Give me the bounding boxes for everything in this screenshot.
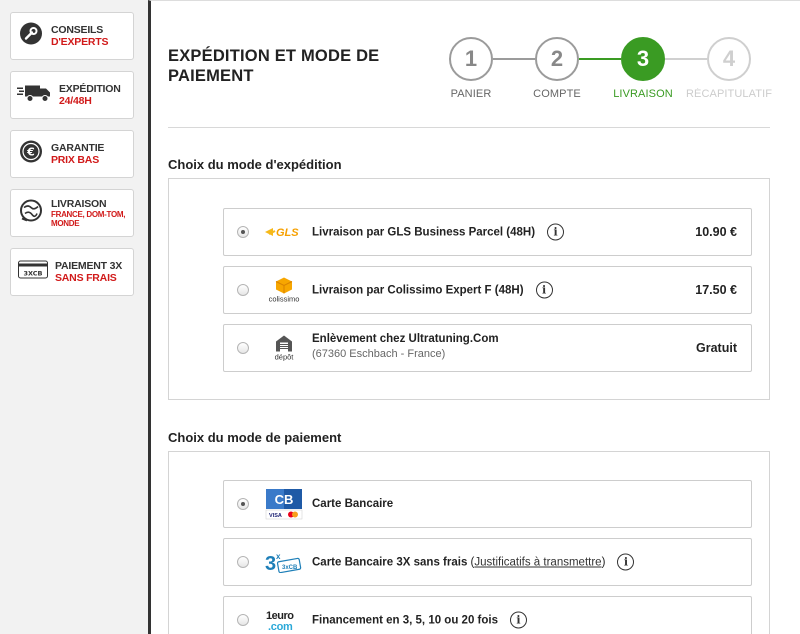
- step-4-label: RÉCAPITULATIF: [686, 88, 773, 100]
- sidebar-card-subtitle: FRANCE, DOM-TOM, MONDE: [51, 210, 126, 228]
- step-3-circle: 3: [621, 37, 665, 81]
- shipping-radio-gls[interactable]: [237, 226, 249, 238]
- cb-logo-icon: CB VISA: [262, 488, 306, 520]
- sidebar-card-garantie[interactable]: € GARANTIE PRIX BAS: [10, 130, 134, 178]
- shipping-section-title: Choix du mode d'expédition: [168, 157, 342, 172]
- globe-icon: [19, 199, 43, 228]
- shipping-option-address: (67360 Eschbach - France): [312, 348, 446, 360]
- sidebar-card-subtitle: 24/48H: [59, 95, 92, 107]
- sidebar-card-subtitle: SANS FRAIS: [55, 272, 117, 284]
- justificatifs-link[interactable]: Justificatifs à transmettre: [474, 556, 601, 568]
- step-connector: [493, 58, 535, 60]
- gls-logo-text: GLS: [276, 227, 299, 239]
- step-2-label[interactable]: COMPTE: [512, 88, 602, 100]
- shipping-option-colissimo[interactable]: colissimo Livraison par Colissimo Expert…: [223, 266, 752, 314]
- svg-text:x: x: [276, 552, 281, 561]
- shipping-option-label: Livraison par GLS Business Parcel (48H): [312, 226, 536, 238]
- 1euro-logo-icon: 1euro .com: [262, 608, 306, 632]
- shipping-price: 17.50 €: [695, 283, 737, 297]
- sidebar-card-livraison[interactable]: LIVRAISON FRANCE, DOM-TOM, MONDE: [10, 189, 134, 237]
- svg-text:.com: .com: [268, 621, 293, 632]
- step-1-circle[interactable]: 1: [449, 37, 493, 81]
- sidebar: CONSEILS D'EXPERTS EXPÉDITION 24/48H € GAR…: [0, 0, 148, 634]
- depot-logo-text: dépôt: [274, 352, 294, 362]
- step-connector: [665, 58, 707, 60]
- sidebar-card-title: EXPÉDITION: [59, 83, 121, 95]
- card-3xcb-badge: 3XCB: [23, 270, 42, 278]
- sidebar-card-expedition[interactable]: EXPÉDITION 24/48H: [10, 71, 134, 119]
- payment-section-title: Choix du mode de paiement: [168, 430, 342, 445]
- shipping-option-label: Livraison par Colissimo Expert F (48H): [312, 284, 524, 296]
- step-4-circle: 4: [707, 37, 751, 81]
- sidebar-card-paiement[interactable]: 3XCB PAIEMENT 3X SANS FRAIS: [10, 248, 134, 296]
- payment-option-cb[interactable]: CB VISA Carte Bancaire: [223, 480, 752, 528]
- depot-logo-icon: dépôt: [262, 335, 306, 362]
- sidebar-card-title: CONSEILS: [51, 24, 104, 36]
- sidebar-card-title: LIVRAISON: [51, 198, 107, 210]
- gls-logo-icon: GLS: [262, 225, 306, 239]
- payment-option-label: Carte Bancaire 3X sans frais: [312, 556, 468, 568]
- step-2-circle[interactable]: 2: [535, 37, 579, 81]
- shipping-radio-colissimo[interactable]: [237, 284, 249, 296]
- colissimo-logo-icon: colissimo: [262, 277, 306, 304]
- colissimo-logo-text: colissimo: [268, 294, 300, 304]
- shipping-price: 10.90 €: [695, 225, 737, 239]
- shipping-option-label: Enlèvement chez Ultratuning.Com: [312, 333, 499, 345]
- page-title: EXPÉDITION ET MODE DE PAIEMENT: [168, 47, 380, 85]
- sidebar-card-experts[interactable]: CONSEILS D'EXPERTS: [10, 12, 134, 60]
- payment-radio-1euro[interactable]: [237, 614, 249, 626]
- info-icon[interactable]: i: [535, 281, 553, 299]
- step-3-label: LIVRAISON: [613, 88, 673, 100]
- info-icon[interactable]: i: [617, 553, 635, 571]
- sidebar-card-title: PAIEMENT 3X: [55, 260, 123, 272]
- svg-text:€: €: [26, 146, 35, 159]
- payment-option-cb3x[interactable]: 3 x 3xCB Carte Bancaire 3X sans frais (Jus…: [223, 538, 752, 586]
- sidebar-card-title: GARANTIE: [51, 142, 105, 154]
- sidebar-card-subtitle: D'EXPERTS: [51, 36, 109, 48]
- wrench-icon: [19, 22, 43, 51]
- svg-text:3: 3: [265, 553, 276, 573]
- shipping-radio-depot[interactable]: [237, 342, 249, 354]
- card-3xcb-icon: 3XCB: [18, 260, 48, 284]
- info-icon[interactable]: i: [547, 223, 565, 241]
- svg-text:VISA: VISA: [269, 513, 282, 519]
- cb-3x-logo-text: 3xCB: [282, 565, 298, 571]
- cb-3x-logo-icon: 3 x 3xCB: [262, 551, 306, 573]
- payment-option-label: Financement en 3, 5, 10 ou 20 fois: [312, 614, 498, 626]
- euro-icon: €: [19, 140, 43, 169]
- step-connector: [579, 58, 621, 60]
- payment-options-box: CB VISA Carte Bancaire 3 x 3xCB Carte Banca…: [168, 451, 770, 634]
- truck-icon: [17, 83, 51, 108]
- checkout-panel: EXPÉDITION ET MODE DE PAIEMENT 1 2 3 4 P…: [148, 0, 800, 634]
- cb-logo-text: CB: [275, 492, 294, 507]
- payment-option-1euro[interactable]: 1euro .com Financement en 3, 5, 10 ou 20 …: [223, 596, 752, 634]
- step-1-label[interactable]: PANIER: [426, 88, 516, 100]
- shipping-options-box: GLS Livraison par GLS Business Parcel (4…: [168, 178, 770, 400]
- payment-radio-cb3x[interactable]: [237, 556, 249, 568]
- shipping-price: Gratuit: [696, 341, 737, 355]
- payment-radio-cb[interactable]: [237, 498, 249, 510]
- header-divider: [168, 127, 770, 128]
- payment-option-label: Carte Bancaire: [312, 498, 394, 510]
- info-icon[interactable]: i: [509, 611, 527, 629]
- shipping-option-depot[interactable]: dépôt Enlèvement chez Ultratuning.Com (6…: [223, 324, 752, 372]
- shipping-option-gls[interactable]: GLS Livraison par GLS Business Parcel (4…: [223, 208, 752, 256]
- sidebar-card-subtitle: PRIX BAS: [51, 154, 99, 166]
